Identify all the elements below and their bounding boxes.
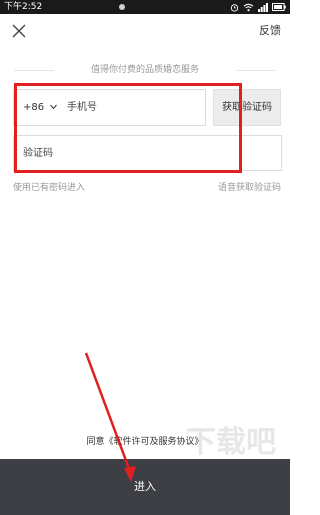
status-icons (230, 2, 286, 12)
phone-input[interactable] (67, 90, 197, 125)
chevron-down-icon (50, 104, 58, 110)
signal-icon (258, 2, 268, 12)
status-bar: 下午2:52 (0, 0, 290, 14)
status-time: 下午2:52 (4, 2, 43, 12)
get-code-button[interactable]: 获取验证码 (213, 89, 281, 126)
code-input[interactable] (23, 136, 263, 170)
close-icon (12, 24, 26, 38)
feedback-button[interactable]: 反馈 (259, 22, 281, 40)
phone-field: +86 (13, 89, 206, 126)
wifi-icon (243, 3, 254, 11)
subtitle-row: 值得你付费的品质婚恋服务 (14, 63, 276, 77)
voice-code-link[interactable]: 语音获取验证码 (218, 182, 281, 194)
notification-dot-icon (119, 4, 125, 10)
code-field (13, 135, 282, 171)
close-button[interactable] (10, 22, 28, 40)
enter-button[interactable]: 进入 (0, 459, 290, 515)
agreement-link[interactable]: 同意《软件许可及服务协议》 (0, 436, 290, 448)
country-code-label: +86 (23, 102, 45, 113)
password-login-link[interactable]: 使用已有密码进入 (13, 182, 85, 194)
battery-icon (272, 3, 286, 11)
subtitle-divider-right (236, 70, 276, 71)
country-code-select[interactable]: +86 (23, 90, 58, 125)
alarm-icon (230, 3, 239, 12)
